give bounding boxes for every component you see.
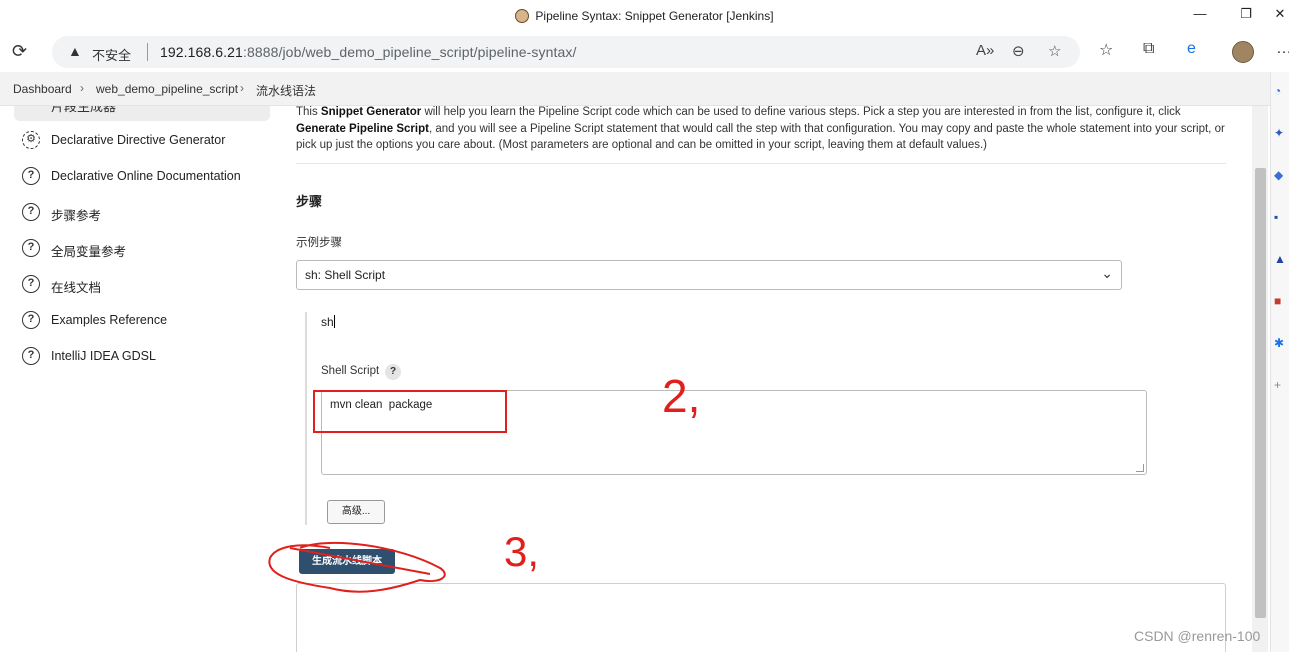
annotation-mark-2: 2,	[662, 370, 700, 422]
annotation-mark-3: 3,	[504, 528, 539, 575]
annotation-circle-generate	[268, 541, 446, 593]
watermark: CSDN @renren-100	[1134, 628, 1261, 644]
red-annotation-layer: 2, 3,	[268, 370, 700, 593]
annotation-strike	[289, 547, 431, 575]
annotation-box-script	[313, 390, 507, 433]
